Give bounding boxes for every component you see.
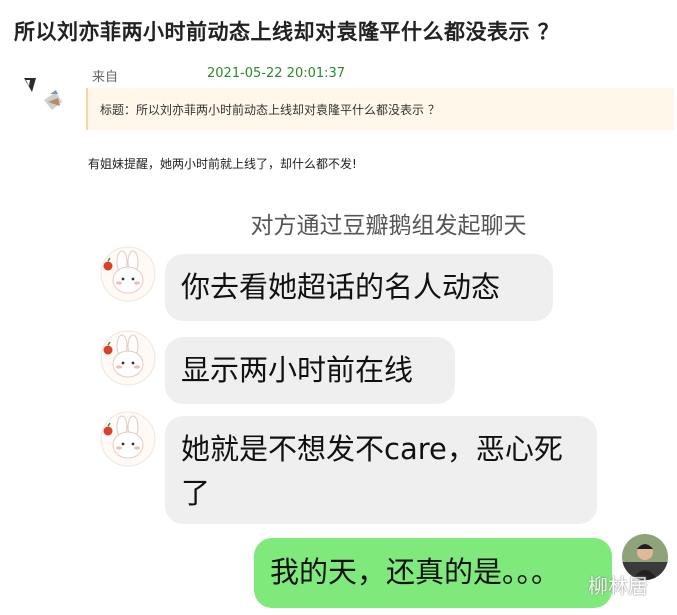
incoming-message-bubble[interactable]: 你去看她超话的名人动态 bbox=[165, 254, 553, 321]
user-avatar-icon[interactable] bbox=[22, 72, 66, 116]
title-quote-box: 标题：所以刘亦菲两小时前动态上线却对袁隆平什么都没表示 ？ bbox=[86, 88, 674, 130]
title-quote-text: 标题：所以刘亦菲两小时前动态上线却对袁隆平什么都没表示 ？ bbox=[100, 103, 440, 117]
incoming-message-bubble[interactable]: 显示两小时前在线 bbox=[165, 337, 455, 404]
bunny-avatar-icon[interactable] bbox=[100, 411, 156, 467]
post-headline: 所以刘亦菲两小时前动态上线却对袁隆平什么都没表示 ？ bbox=[14, 20, 560, 44]
post-timestamp: 2021-05-22 20:01:37 bbox=[207, 66, 346, 81]
outgoing-message-bubble[interactable]: 我的天，还真的是。。。 bbox=[254, 538, 612, 608]
bunny-avatar-icon[interactable] bbox=[100, 246, 156, 302]
incoming-message-bubble[interactable]: 她就是不想发不care，恶心死了 bbox=[165, 416, 597, 524]
post-body: 有姐妹提醒，她两小时前就上线了，却什么都不发! bbox=[88, 157, 357, 171]
chat-system-message: 对方通过豆瓣鹅组发起聊天 bbox=[250, 213, 527, 239]
bunny-avatar-icon[interactable] bbox=[100, 330, 156, 386]
source-label: 来自 bbox=[92, 70, 119, 85]
watermark-text: 柳林居 bbox=[588, 574, 648, 598]
